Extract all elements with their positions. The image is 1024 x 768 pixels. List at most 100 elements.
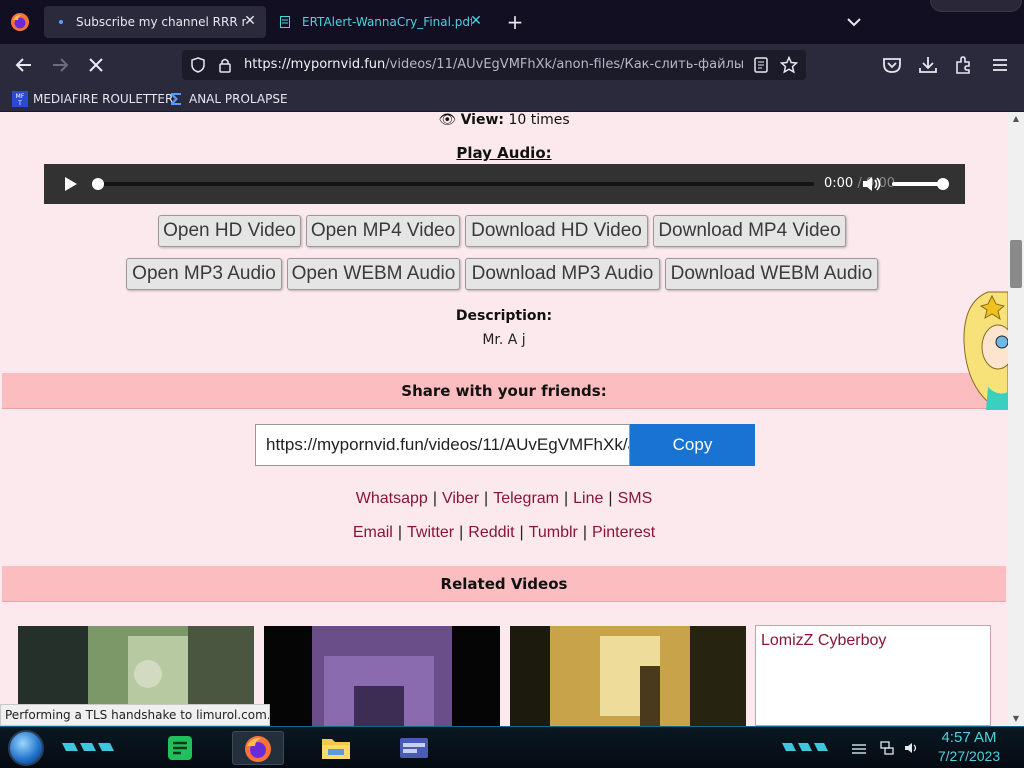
tab-subscribe[interactable]: Subscribe my channel RRR movie ✕ (44, 6, 266, 38)
share-links-row-1: Whatsapp | Viber | Telegram | Line | SMS (355, 490, 653, 507)
network-icon[interactable] (880, 741, 894, 755)
related-video-thumbnail-2[interactable] (264, 626, 500, 726)
share-link-tumblr[interactable]: Tumblr (529, 524, 578, 541)
play-icon[interactable] (62, 176, 78, 192)
new-tab-button[interactable]: + (505, 12, 525, 32)
bookmark-label: MEDIAFIRE ROULETTER (33, 92, 174, 106)
share-link-reddit[interactable]: Reddit (468, 524, 514, 541)
audio-seek-bar[interactable] (96, 182, 814, 186)
audio-player[interactable]: 0:00 / 0:00 (44, 164, 965, 204)
url-host: https://mypornvid.fun (244, 57, 386, 72)
close-tab-icon[interactable]: ✕ (468, 13, 484, 29)
forward-arrow-icon[interactable] (49, 54, 71, 76)
show-hidden-icons-icon[interactable] (850, 741, 868, 755)
play-audio-heading: Play Audio: (456, 144, 552, 162)
navigation-toolbar: https://mypornvid.fun/videos/11/AUvEgVMF… (0, 44, 1024, 86)
firefox-icon[interactable] (10, 12, 30, 32)
taskbar-app-file-explorer[interactable] (310, 731, 362, 765)
reader-view-icon[interactable] (754, 57, 768, 73)
back-arrow-icon[interactable] (13, 54, 35, 76)
open-hd-video-button[interactable]: Open HD Video (158, 215, 301, 247)
share-link-whatsapp[interactable]: Whatsapp (356, 490, 428, 507)
related-video-card-4[interactable]: LomizZ Cyberboy (755, 625, 991, 726)
share-link-twitter[interactable]: Twitter (407, 524, 454, 541)
view-label: View: (460, 112, 504, 128)
bookmarks-toolbar: MF T MEDIAFIRE ROULETTER ANAL PROLAPSE (0, 86, 1024, 112)
clock-time: 4:57 AM (941, 729, 997, 746)
sigma-icon (171, 93, 181, 105)
share-link-line[interactable]: Line (573, 490, 603, 507)
share-link-telegram[interactable]: Telegram (493, 490, 559, 507)
audio-seek-handle[interactable] (92, 178, 104, 190)
web-page: 👁 View: 10 times Play Audio: 0:00 / 0:00 (0, 112, 1008, 726)
taskbar-decoration-icon (62, 743, 114, 751)
clock-date: 7/27/2023 (937, 748, 1001, 764)
open-mp4-video-button[interactable]: Open MP4 Video (306, 215, 460, 247)
page-scrollbar[interactable] (1008, 112, 1024, 726)
share-link-pinterest[interactable]: Pinterest (592, 524, 655, 541)
related-video-title[interactable]: LomizZ Cyberboy (761, 632, 886, 650)
tab-label: ERTAlert-WannaCry_Final.pdf (302, 15, 472, 29)
open-mp3-audio-button[interactable]: Open MP3 Audio (126, 258, 282, 290)
share-link-viber[interactable]: Viber (442, 490, 479, 507)
loading-dot-icon (59, 20, 63, 24)
mascot-character-image (963, 291, 1008, 410)
view-value: 10 times (508, 112, 570, 128)
bookmark-star-icon[interactable] (780, 56, 798, 74)
system-clock[interactable]: 4:57 AM 7/27/2023 (934, 729, 1004, 765)
related-videos-heading: Related Videos (2, 566, 1006, 602)
open-webm-audio-button[interactable]: Open WEBM Audio (287, 258, 460, 290)
window-app-icon (400, 738, 428, 758)
chevron-down-icon[interactable] (844, 12, 864, 32)
hamburger-menu-icon[interactable] (989, 54, 1011, 76)
download-hd-video-button[interactable]: Download HD Video (465, 215, 648, 247)
bookmark-anal-prolapse[interactable]: ANAL PROLAPSE (168, 89, 288, 109)
pocket-icon[interactable] (881, 54, 903, 76)
download-mp4-video-button[interactable]: Download MP4 Video (653, 215, 846, 247)
url-path: /videos/11/AUvEgVMFhXk/anon-files/Как-сл… (385, 57, 744, 72)
start-button[interactable] (8, 730, 44, 766)
volume-handle[interactable] (937, 178, 949, 190)
view-count: 👁 View: 10 times (0, 112, 1008, 128)
url-text[interactable]: https://mypornvid.fun/videos/11/AUvEgVMF… (244, 57, 744, 75)
share-heading: Share with your friends: (2, 373, 1006, 409)
pdf-file-icon (280, 16, 290, 28)
window-controls[interactable] (930, 0, 1022, 12)
taskbar-app-control-panel[interactable] (388, 731, 440, 765)
download-webm-audio-button[interactable]: Download WEBM Audio (665, 258, 878, 290)
mediafire-icon: MF T (12, 91, 28, 107)
shield-icon[interactable] (190, 57, 206, 73)
stop-loading-icon[interactable] (85, 54, 107, 76)
address-bar[interactable]: https://mypornvid.fun/videos/11/AUvEgVMF… (182, 50, 806, 80)
download-mp3-audio-button[interactable]: Download MP3 Audio (465, 258, 660, 290)
extensions-icon[interactable] (953, 54, 975, 76)
share-links-row-2: Email | Twitter | Reddit | Tumblr | Pinterest (352, 524, 656, 541)
scroll-up-icon[interactable]: ▲ (1011, 114, 1021, 123)
close-tab-icon[interactable]: ✕ (242, 13, 258, 29)
volume-icon[interactable] (862, 175, 882, 193)
tab-pdf[interactable]: ERTAlert-WannaCry_Final.pdf ✕ (270, 6, 492, 38)
share-link-sms[interactable]: SMS (618, 490, 653, 507)
audio-current-time: 0:00 (824, 176, 854, 191)
taskbar: 4:57 AM 7/27/2023 (0, 726, 1024, 768)
download-icon[interactable] (917, 54, 939, 76)
scrollbar-thumb[interactable] (1010, 240, 1022, 288)
bookmark-mediafire[interactable]: MF T MEDIAFIRE ROULETTER (12, 89, 173, 109)
svg-text:T: T (17, 100, 22, 107)
share-url-input[interactable]: https://mypornvid.fun/videos/11/AUvEgVMF… (255, 424, 630, 466)
lock-icon[interactable] (218, 57, 232, 73)
audio-time: 0:00 / 0:00 (824, 176, 895, 191)
bookmark-label: ANAL PROLAPSE (189, 92, 288, 106)
firefox-icon (245, 736, 271, 762)
folder-icon (322, 739, 350, 759)
speaker-icon[interactable] (904, 741, 918, 755)
share-link-email[interactable]: Email (353, 524, 393, 541)
description-label: Description: (455, 308, 553, 324)
scroll-down-icon[interactable]: ▼ (1011, 714, 1021, 723)
taskbar-app-spotify[interactable] (156, 731, 208, 765)
status-bar-text: Performing a TLS handshake to limurol.co… (0, 704, 270, 726)
svg-text:MF: MF (16, 93, 25, 100)
copy-button[interactable]: Copy (630, 424, 755, 466)
related-video-thumbnail-3[interactable] (510, 626, 746, 726)
taskbar-app-firefox[interactable] (232, 731, 284, 765)
